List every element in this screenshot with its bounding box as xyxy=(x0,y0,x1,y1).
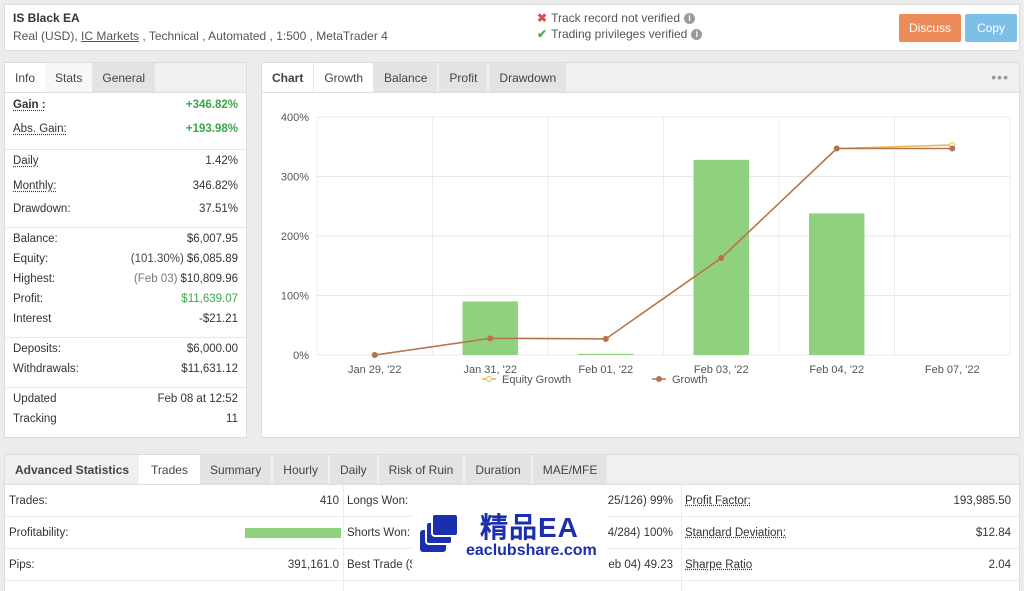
tab-duration[interactable]: Duration xyxy=(465,455,530,484)
y-tick-label: 100% xyxy=(281,291,309,303)
stat-abs-gain: Abs. Gain: +193.98% xyxy=(5,123,246,143)
track-record-status: ✖ Track record not verified i xyxy=(537,11,695,25)
growth-chart: 0%100%200%300%400%Jan 29, '22 Jan 31, '22… xyxy=(262,93,1019,437)
profitability-bar xyxy=(245,528,341,538)
stat-drawdown: Drawdown: 37.51% xyxy=(5,203,246,223)
legend-marker xyxy=(657,377,662,382)
copy-button[interactable]: Copy xyxy=(965,14,1017,42)
y-tick-label: 300% xyxy=(281,172,309,184)
info-icon[interactable]: i xyxy=(684,13,695,24)
y-tick-label: 0% xyxy=(293,350,309,362)
tab-balance[interactable]: Balance xyxy=(374,63,437,92)
divider xyxy=(681,485,682,591)
tab-growth[interactable]: Growth xyxy=(313,63,374,92)
y-tick-label: 400% xyxy=(281,112,309,124)
stat-withdrawals: Withdrawals: $11,631.12 xyxy=(5,363,246,383)
legend-marker xyxy=(487,377,492,382)
ea-title: IS Black EA xyxy=(13,11,80,25)
chart-panel: Chart Growth Balance Profit Drawdown •••… xyxy=(261,62,1020,438)
x-tick-label: Jan 29, '22 xyxy=(348,364,401,376)
growth-point xyxy=(603,336,608,341)
divider xyxy=(5,149,246,150)
growth-point xyxy=(372,353,377,358)
tab-general[interactable]: General xyxy=(92,63,155,92)
advanced-tabs: Advanced Statistics Trades Summary Hourl… xyxy=(5,455,1019,485)
stat-updated: Updated Feb 08 at 12:52 xyxy=(5,393,246,413)
tab-mae-mfe[interactable]: MAE/MFE xyxy=(533,455,608,484)
stat-highest: Highest: (Feb 03) $10,809.96 xyxy=(5,273,246,293)
tab-daily[interactable]: Daily xyxy=(330,455,377,484)
divider xyxy=(343,485,344,591)
stat-interest: Interest -$21.21 xyxy=(5,313,246,333)
y-tick-label: 200% xyxy=(281,231,309,243)
x-tick-label: Feb 07, '22 xyxy=(925,364,980,376)
stat-deposits: Deposits: $6,000.00 xyxy=(5,343,246,363)
watermark-title: 精品EA xyxy=(480,506,579,546)
tab-profit[interactable]: Profit xyxy=(439,63,487,92)
cross-icon: ✖ xyxy=(537,11,547,25)
stat-balance: Balance: $6,007.95 xyxy=(5,233,246,253)
watermark-url: eaclubshare.com xyxy=(466,542,597,560)
x-tick-label: Feb 04, '22 xyxy=(809,364,864,376)
tab-risk-of-ruin[interactable]: Risk of Ruin xyxy=(379,455,464,484)
info-icon[interactable]: i xyxy=(691,29,702,40)
growth-point xyxy=(488,336,493,341)
stat-gain: Gain : +346.82% xyxy=(5,99,246,119)
tab-advanced-statistics[interactable]: Advanced Statistics xyxy=(5,455,139,484)
legend-label: Growth xyxy=(672,374,707,386)
discuss-button[interactable]: Discuss xyxy=(899,14,961,42)
legend-label: Equity Growth xyxy=(502,374,571,386)
broker-link[interactable]: IC Markets xyxy=(81,29,139,43)
stats-panel: Info Stats General Gain : +346.82% Abs. … xyxy=(4,62,247,438)
ea-header: IS Black EA Real (USD), IC Markets , Tec… xyxy=(4,4,1020,51)
stats-list: Gain : +346.82% Abs. Gain: +193.98% Dail… xyxy=(5,93,246,433)
chart-tabs: Chart Growth Balance Profit Drawdown xyxy=(262,63,1019,93)
tab-drawdown[interactable]: Drawdown xyxy=(489,63,566,92)
ea-subtitle: Real (USD), IC Markets , Technical , Aut… xyxy=(13,29,388,43)
growth-bar xyxy=(809,213,864,355)
tab-stats[interactable]: Stats xyxy=(45,63,92,92)
tab-info[interactable]: Info xyxy=(5,63,45,92)
tab-trades[interactable]: Trades xyxy=(139,455,200,484)
more-options-icon[interactable]: ••• xyxy=(991,69,1009,85)
growth-point xyxy=(719,256,724,261)
stat-daily: Daily 1.42% xyxy=(5,155,246,175)
growth-bar xyxy=(463,301,518,355)
divider xyxy=(5,227,246,228)
stat-tracking: Tracking 11 xyxy=(5,413,246,433)
growth-bar xyxy=(578,354,633,355)
divider xyxy=(5,337,246,338)
trading-privileges-status: ✔ Trading privileges verified i xyxy=(537,27,702,41)
tab-chart[interactable]: Chart xyxy=(262,63,313,92)
tab-summary[interactable]: Summary xyxy=(200,455,271,484)
watermark: 精品EA eaclubshare.com xyxy=(412,500,608,572)
tab-hourly[interactable]: Hourly xyxy=(273,455,328,484)
growth-point xyxy=(950,146,955,151)
x-tick-label: Feb 01, '22 xyxy=(578,364,633,376)
stacked-pages-logo-icon xyxy=(418,512,464,556)
stat-equity: Equity: (101.30%) $6,085.89 xyxy=(5,253,246,273)
stats-tabs: Info Stats General xyxy=(5,63,246,93)
check-icon: ✔ xyxy=(537,27,547,41)
divider xyxy=(5,387,246,388)
stat-profit: Profit: $11,639.07 xyxy=(5,293,246,313)
growth-point xyxy=(834,146,839,151)
stat-monthly: Monthly: 346.82% xyxy=(5,180,246,200)
